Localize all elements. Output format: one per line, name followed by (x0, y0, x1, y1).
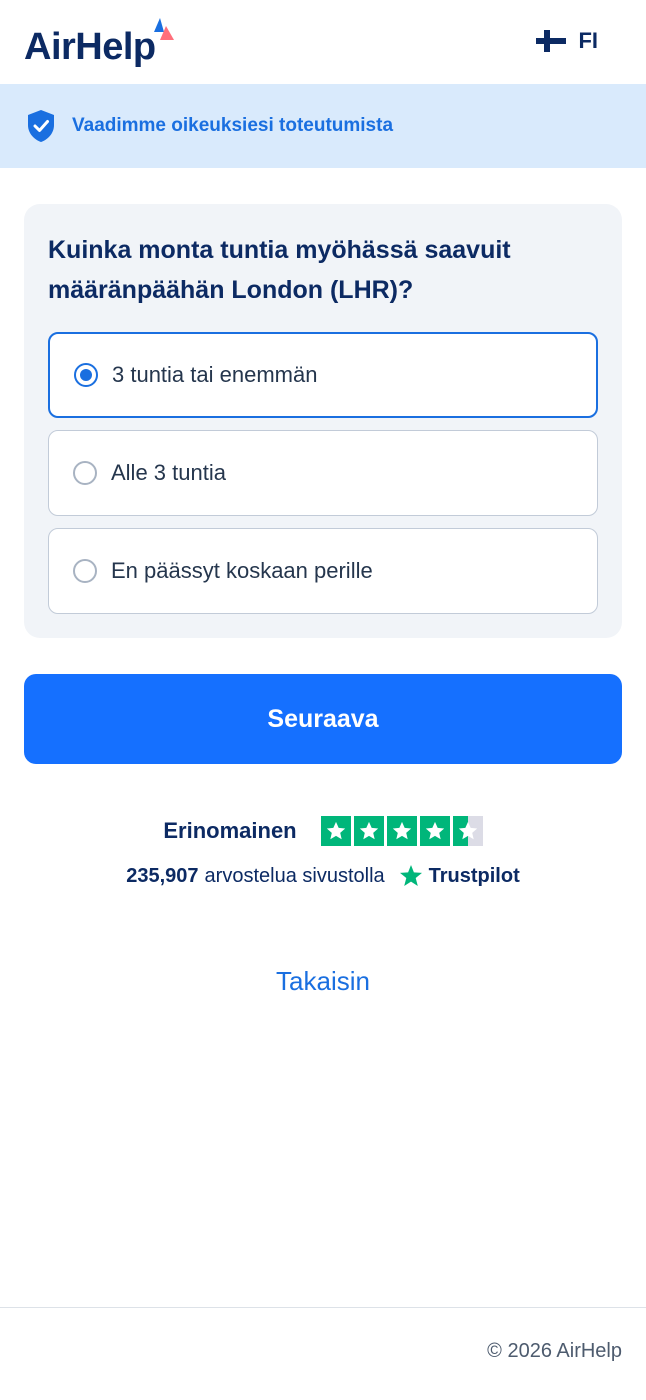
option-label: En päässyt koskaan perille (111, 558, 373, 583)
radio-empty-icon[interactable] (73, 461, 97, 485)
star-rating (320, 816, 483, 846)
banner-text: Vaadimme oikeuksiesi toteutumista (72, 115, 394, 136)
options-list: 3 tuntia tai enemmän Alle 3 tuntia En pä… (48, 332, 598, 614)
airhelp-logo-mark-icon (154, 18, 174, 40)
shield-check-icon (28, 110, 54, 142)
language-selector[interactable]: FI (536, 28, 598, 54)
footer-copyright: © 2026 AirHelp (487, 1340, 622, 1362)
trust-banner: Vaadimme oikeuksiesi toteutumista (0, 84, 646, 168)
star-icon (386, 816, 417, 846)
radio-selected-icon[interactable] (74, 363, 98, 387)
review-count: 235,907 (126, 864, 199, 887)
header: AirHelp FI (0, 0, 646, 84)
trustpilot-reviews[interactable]: 235,907 arvostelua sivustolla Trustpilot (0, 860, 646, 892)
finland-flag-icon (536, 30, 567, 52)
question-title: Kuinka monta tuntia myöhässä saavuit mää… (48, 236, 511, 304)
back-link[interactable]: Takaisin (0, 966, 646, 997)
star-icon (419, 816, 450, 846)
page: AirHelp FI Vaadimme oikeuksiesi toteutum… (0, 0, 646, 1400)
option-3-hours-or-more[interactable]: 3 tuntia tai enemmän (48, 332, 598, 418)
star-icon (320, 816, 351, 846)
airhelp-logo[interactable]: AirHelp (24, 26, 156, 69)
rating-text: Erinomainen (163, 818, 297, 843)
trustpilot-star-icon (399, 865, 422, 886)
language-code: FI (578, 28, 598, 53)
option-under-3-hours[interactable]: Alle 3 tuntia (48, 430, 598, 516)
option-label: 3 tuntia tai enemmän (112, 362, 318, 387)
trustpilot-rating: Erinomainen (0, 814, 646, 848)
radio-empty-icon[interactable] (73, 559, 97, 583)
review-text: arvostelua sivustolla (204, 864, 385, 887)
star-icon (353, 816, 384, 846)
option-label: Alle 3 tuntia (111, 460, 226, 485)
footer-divider (0, 1307, 646, 1308)
half-star-icon (452, 816, 483, 846)
trustpilot-brand: Trustpilot (428, 864, 520, 887)
option-never-arrived[interactable]: En päässyt koskaan perille (48, 528, 598, 614)
question-card: Kuinka monta tuntia myöhässä saavuit mää… (24, 204, 622, 638)
next-button[interactable]: Seuraava (24, 674, 622, 764)
